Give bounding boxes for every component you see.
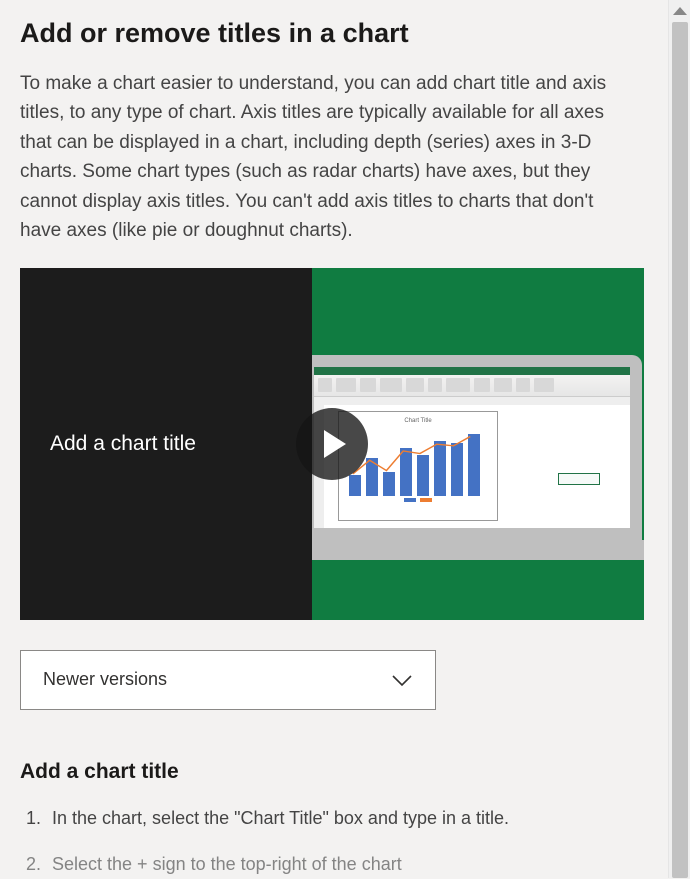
bar (451, 443, 463, 496)
video-left-panel: Add a chart title (20, 268, 312, 620)
bar (468, 434, 480, 495)
laptop-base (312, 540, 644, 560)
scrollbar-thumb[interactable] (672, 22, 688, 878)
bar (400, 448, 412, 496)
chevron-down-icon (391, 673, 413, 687)
steps-list: In the chart, select the "Chart Title" b… (20, 804, 631, 879)
intro-paragraph: To make a chart easier to understand, yo… (20, 69, 631, 246)
page-title: Add or remove titles in a chart (20, 18, 631, 49)
video-preview[interactable]: Add a chart title (20, 268, 644, 620)
play-icon (324, 430, 346, 458)
embedded-chart-title: Chart Title (347, 418, 489, 424)
bar (383, 472, 395, 496)
play-button[interactable] (296, 408, 368, 480)
bar (417, 455, 429, 496)
step-item: In the chart, select the "Chart Title" b… (46, 804, 631, 833)
video-overlay-title: Add a chart title (50, 432, 196, 456)
step-item: Select the + sign to the top-right of th… (46, 850, 631, 879)
bar (434, 441, 446, 495)
section-heading: Add a chart title (20, 760, 631, 784)
excel-ribbon (314, 375, 630, 397)
chart-bars (347, 428, 489, 496)
version-dropdown[interactable]: Newer versions (20, 650, 436, 710)
scroll-up-button[interactable] (669, 0, 690, 22)
article-content: Add or remove titles in a chart To make … (0, 0, 651, 878)
selected-cell (558, 473, 600, 485)
bar (349, 475, 361, 495)
excel-titlebar (314, 367, 630, 375)
version-selected-label: Newer versions (43, 669, 167, 690)
chevron-up-icon (673, 7, 687, 15)
scrollbar[interactable] (668, 0, 690, 878)
bar (366, 458, 378, 495)
col-headers (324, 397, 630, 405)
chart-legend (347, 498, 489, 504)
